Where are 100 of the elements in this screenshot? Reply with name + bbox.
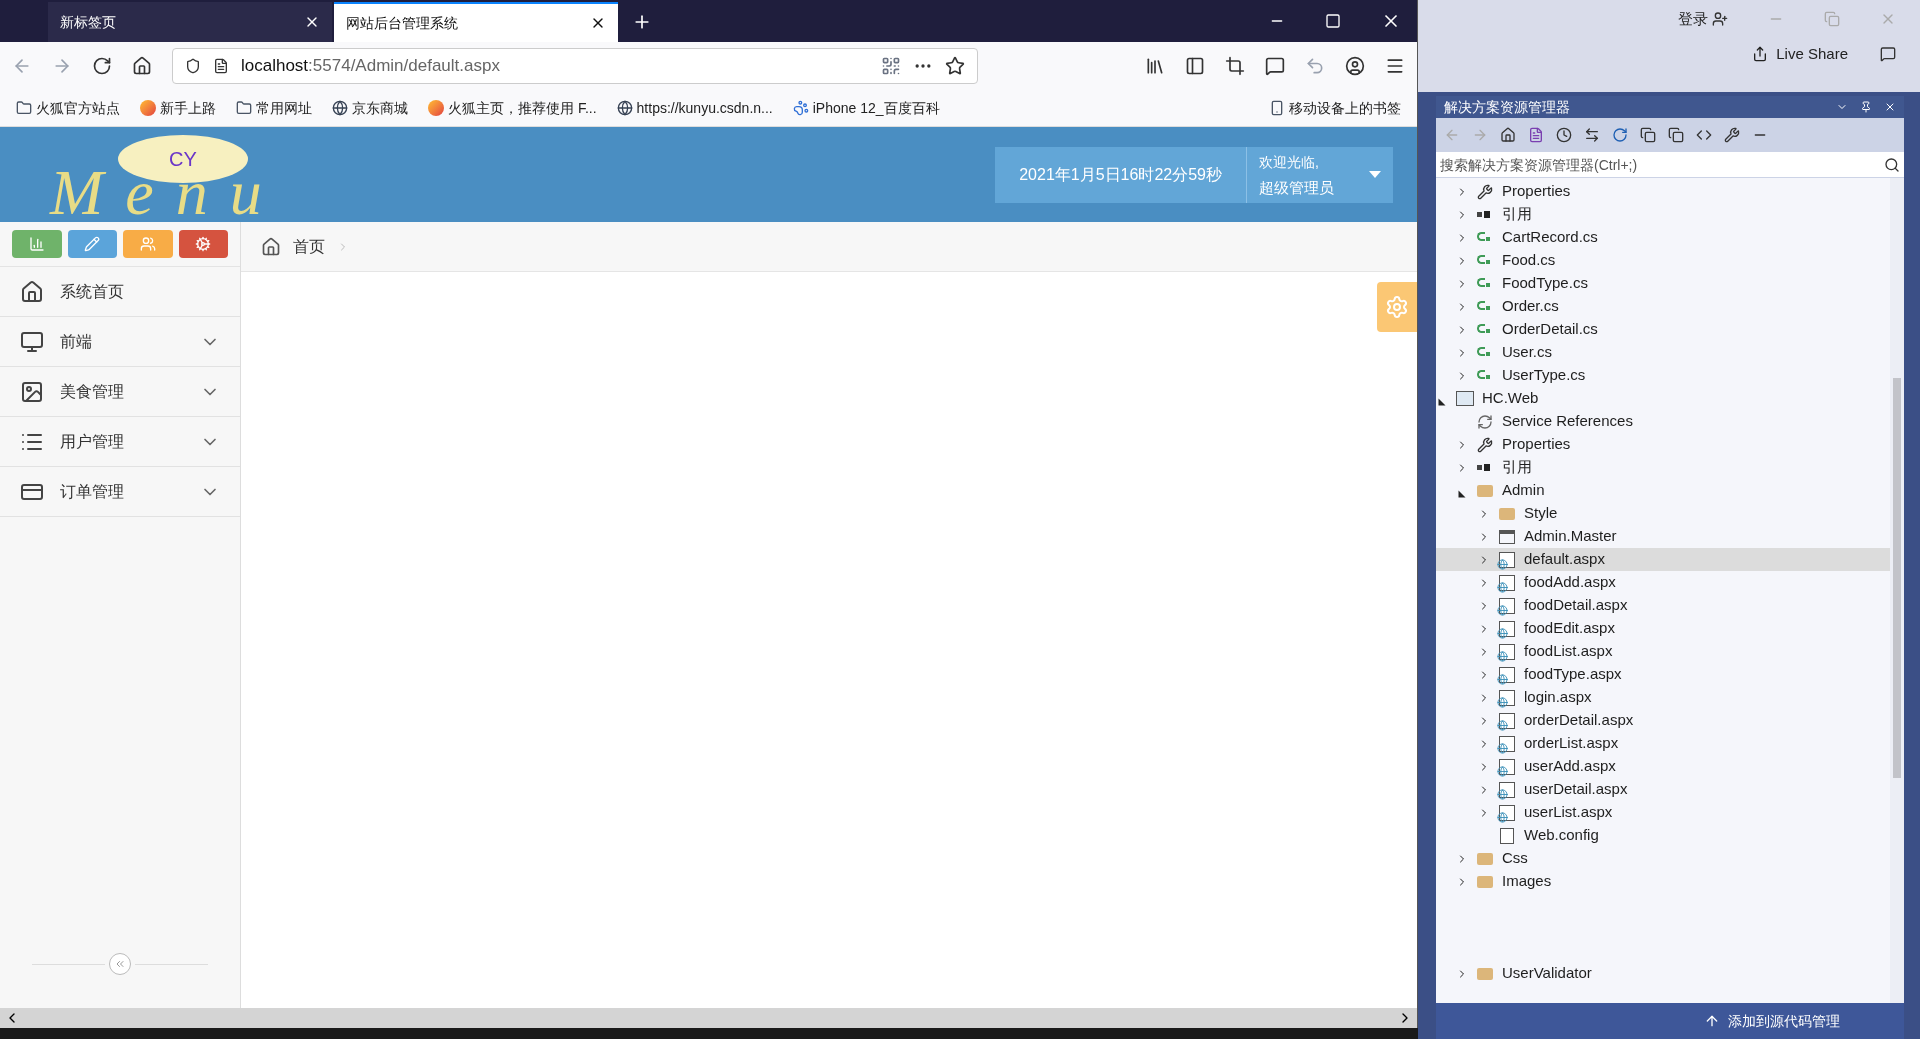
tree-item[interactable]: Properties — [1436, 180, 1890, 203]
breadcrumb-link[interactable]: 首页 — [293, 234, 325, 259]
vertical-scrollbar[interactable] — [1890, 178, 1904, 1003]
tree-item[interactable]: Web.config — [1436, 824, 1890, 847]
tree-item[interactable]: HC.Web — [1436, 387, 1890, 410]
code-icon[interactable] — [1696, 127, 1712, 143]
refresh-icon[interactable] — [1612, 127, 1628, 143]
bookmark-link[interactable]: 移动设备上的书签 — [1289, 97, 1401, 119]
tree-item[interactable]: userList.aspx — [1436, 801, 1890, 824]
maximize-icon[interactable] — [1325, 13, 1341, 29]
bookmark-link[interactable]: 常用网址 — [256, 97, 312, 119]
csharp-icon — [1477, 301, 1493, 312]
sign-in-link[interactable]: 登录 — [1678, 8, 1708, 31]
tree-item[interactable]: Properties — [1436, 433, 1890, 456]
collapse-all-icon[interactable] — [1640, 127, 1656, 143]
home-icon[interactable] — [1500, 127, 1516, 143]
sync-icon[interactable] — [1584, 127, 1600, 143]
tree-item[interactable]: login.aspx — [1436, 686, 1890, 709]
tree-item[interactable]: orderList.aspx — [1436, 732, 1890, 755]
web-page-icon — [1499, 643, 1515, 660]
phone-icon — [1269, 100, 1285, 116]
bookmark-link[interactable]: 火狐主页，推荐使用 F... — [448, 97, 597, 119]
shortcut-button[interactable] — [67, 230, 117, 258]
qr-code-icon[interactable] — [881, 56, 901, 76]
library-icon[interactable] — [1145, 56, 1165, 76]
tree-item[interactable]: Admin — [1436, 479, 1890, 502]
csharp-icon — [1477, 255, 1493, 266]
properties-icon[interactable] — [1724, 127, 1740, 143]
chat-icon[interactable] — [1265, 56, 1285, 76]
master-page-icon — [1499, 529, 1515, 544]
menu-icon[interactable] — [1385, 56, 1405, 76]
reload-icon[interactable] — [92, 56, 112, 76]
horizontal-scrollbar[interactable] — [0, 1008, 1417, 1028]
pin-icon[interactable] — [1860, 101, 1872, 113]
tree-item[interactable]: default.aspx — [1436, 548, 1890, 571]
tree-item[interactable]: foodAdd.aspx — [1436, 571, 1890, 594]
tree-item[interactable]: foodDetail.aspx — [1436, 594, 1890, 617]
bookmark-link[interactable]: 京东商城 — [352, 97, 408, 119]
collapse-button[interactable] — [109, 953, 131, 975]
history-icon[interactable] — [1556, 127, 1572, 143]
bookmark-link[interactable]: https://kunyu.csdn.n... — [636, 97, 773, 119]
browser-tab[interactable]: 网站后台管理系统 — [334, 2, 618, 42]
address-bar[interactable]: localhost:5574/Admin/default.aspx — [172, 48, 978, 84]
tree-item[interactable]: foodType.aspx — [1436, 663, 1890, 686]
shortcut-button[interactable] — [12, 230, 62, 258]
tree-item[interactable]: User.cs — [1436, 341, 1890, 364]
tree-item[interactable]: userDetail.aspx — [1436, 778, 1890, 801]
page-icon — [213, 58, 229, 74]
url-text: localhost:5574/Admin/default.aspx — [241, 55, 501, 78]
feedback-icon[interactable] — [1880, 45, 1896, 62]
tree-item[interactable]: 引用 — [1436, 456, 1890, 479]
tree-item[interactable]: Images — [1436, 870, 1890, 893]
tree-item[interactable]: Food.cs — [1436, 249, 1890, 272]
tree-item[interactable]: 引用 — [1436, 203, 1890, 226]
shortcut-button[interactable] — [178, 230, 228, 258]
web-project-icon — [1456, 391, 1474, 406]
tree-item[interactable]: Style — [1436, 502, 1890, 525]
menu-item[interactable]: 订单管理 — [0, 467, 240, 517]
tree-item[interactable]: foodEdit.aspx — [1436, 617, 1890, 640]
csharp-icon — [1477, 324, 1493, 335]
tree-item[interactable]: UserType.cs — [1436, 364, 1890, 387]
tree-item[interactable]: foodList.aspx — [1436, 640, 1890, 663]
sidebar-icon[interactable] — [1185, 56, 1205, 76]
settings-icon — [1385, 295, 1409, 319]
reference-icon — [1477, 463, 1493, 472]
tree-item[interactable]: orderDetail.aspx — [1436, 709, 1890, 732]
date-time: 2021年1月5日16时22分59秒 — [995, 146, 1247, 203]
service-icon — [1477, 413, 1493, 430]
menu-item[interactable]: 前端 — [0, 317, 240, 367]
undo-icon[interactable] — [1305, 56, 1325, 76]
tree-item[interactable]: CartRecord.cs — [1436, 226, 1890, 249]
config-file-icon — [1500, 827, 1514, 844]
shortcut-button[interactable] — [123, 230, 173, 258]
search-icon — [1884, 156, 1900, 173]
menu-item[interactable]: 用户管理 — [0, 417, 240, 467]
live-share-button[interactable]: Live Share — [1752, 42, 1848, 65]
crop-icon[interactable] — [1225, 56, 1245, 76]
account-icon[interactable] — [1345, 56, 1365, 76]
browser-tab[interactable]: 新标签页 — [48, 2, 332, 42]
home-icon[interactable] — [132, 56, 152, 76]
tree-item[interactable]: userAdd.aspx — [1436, 755, 1890, 778]
tree-item[interactable]: Order.cs — [1436, 295, 1890, 318]
tree-item[interactable]: Admin.Master — [1436, 525, 1890, 548]
bookmark-link[interactable]: iPhone 12_百度百科 — [812, 97, 940, 119]
tree-item[interactable]: FoodType.cs — [1436, 272, 1890, 295]
restore-icon[interactable] — [1824, 11, 1840, 28]
switch-view-icon[interactable] — [1528, 127, 1544, 143]
bookmark-link[interactable]: 新手上路 — [160, 97, 216, 119]
tree-item[interactable]: Css — [1436, 847, 1890, 870]
close-icon[interactable] — [1884, 101, 1896, 113]
menu-item[interactable]: 美食管理 — [0, 367, 240, 417]
tree-item[interactable]: Service References — [1436, 410, 1890, 433]
menu-item[interactable]: 系统首页 — [0, 267, 240, 317]
bookmark-link[interactable]: 火狐官方站点 — [36, 97, 120, 119]
copy-icon[interactable] — [1668, 127, 1684, 143]
globe-icon — [616, 100, 633, 116]
tree-item[interactable]: UserValidator — [1436, 962, 1890, 985]
tree-item[interactable]: OrderDetail.cs — [1436, 318, 1890, 341]
folder-icon — [1477, 852, 1493, 865]
star-icon[interactable] — [945, 56, 965, 76]
